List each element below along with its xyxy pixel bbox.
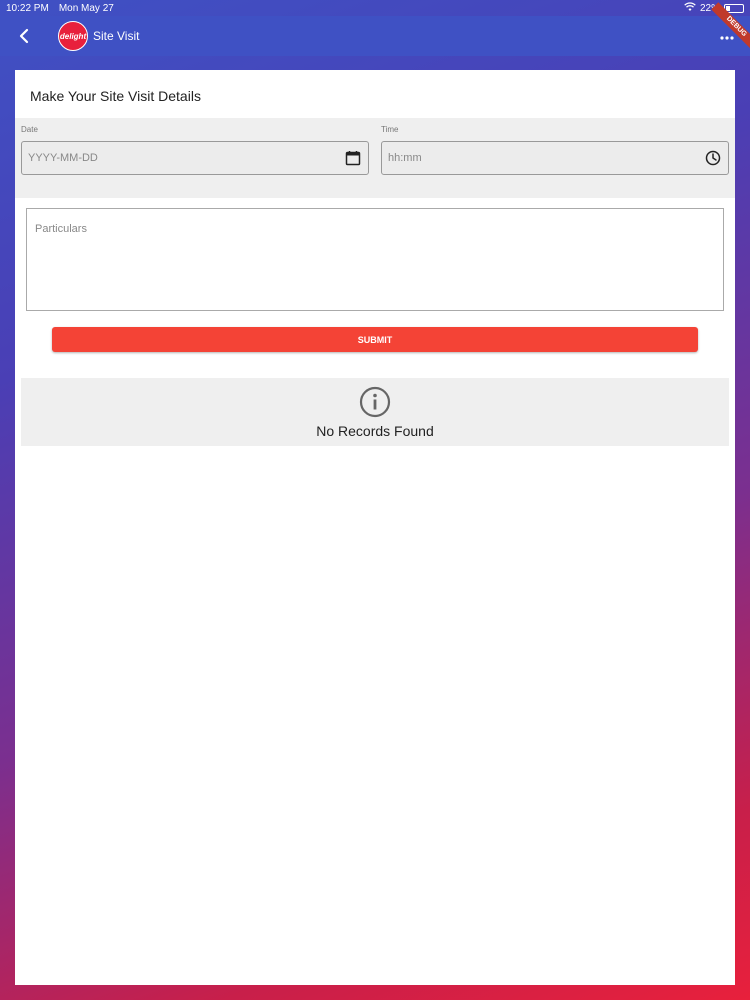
wifi-icon — [684, 1, 696, 15]
time-label: Time — [381, 125, 399, 134]
clock-icon[interactable] — [704, 149, 722, 167]
date-field[interactable]: YYYY-MM-DD — [21, 141, 369, 175]
logo-text: delight — [59, 31, 87, 41]
back-button[interactable] — [12, 24, 36, 48]
page-title: Site Visit — [93, 29, 140, 43]
time-placeholder: hh:mm — [388, 152, 422, 164]
calendar-icon[interactable] — [344, 149, 362, 167]
no-records-message: No Records Found — [316, 422, 434, 439]
status-time: 10:22 PM — [6, 2, 49, 14]
particulars-placeholder: Particulars — [35, 223, 87, 235]
date-time-section: Date YYYY-MM-DD Time hh:mm — [15, 118, 735, 198]
info-icon — [359, 386, 391, 417]
date-label: Date — [21, 125, 38, 134]
status-bar: 10:22 PM Mon May 27 22% — [0, 0, 750, 16]
date-placeholder: YYYY-MM-DD — [28, 152, 98, 164]
submit-button[interactable]: SUBMIT — [52, 327, 698, 352]
time-field[interactable]: hh:mm — [381, 141, 729, 175]
app-bar: delight Site Visit DEBUG — [0, 2, 750, 56]
status-date: Mon May 27 — [58, 2, 114, 14]
chevron-left-icon — [19, 28, 29, 44]
app-logo: delight — [58, 21, 88, 51]
records-empty-state: No Records Found — [21, 378, 729, 446]
particulars-textarea[interactable]: Particulars — [26, 208, 724, 311]
more-horizontal-icon — [720, 36, 734, 40]
site-visit-card: Make Your Site Visit Details Date YYYY-M… — [15, 70, 735, 985]
form-heading: Make Your Site Visit Details — [30, 88, 201, 104]
